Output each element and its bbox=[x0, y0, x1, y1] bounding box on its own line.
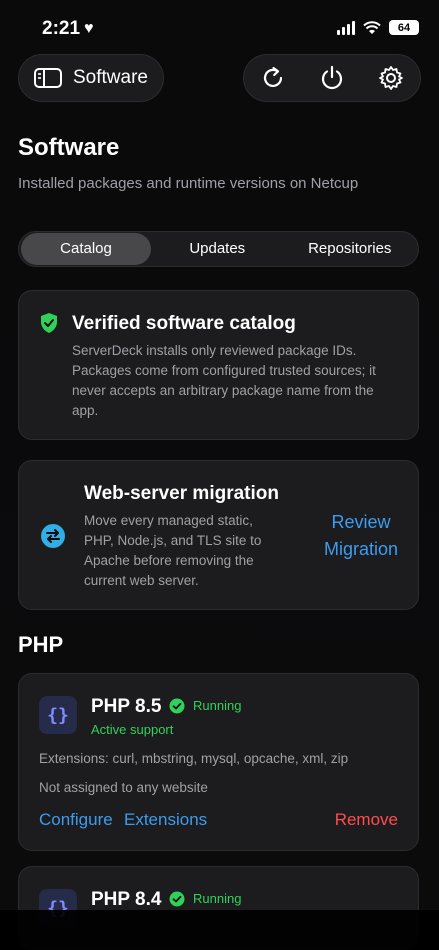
wifi-icon bbox=[363, 20, 381, 34]
remove-button[interactable]: Remove bbox=[335, 810, 398, 830]
check-circle-icon bbox=[169, 891, 185, 907]
status-badge: Running bbox=[193, 698, 242, 713]
migration-line: Move every managed static, bbox=[84, 513, 253, 528]
clock: 2:21 bbox=[42, 18, 81, 39]
migration-card-text: Move every managed static, PHP, Node.js,… bbox=[84, 511, 294, 591]
shield-check-icon bbox=[41, 313, 57, 333]
sidebar-icon bbox=[34, 68, 62, 88]
catalog-line: Packages come from configured trusted so… bbox=[72, 363, 376, 378]
catalog-card-title: Verified software catalog bbox=[72, 313, 296, 334]
system-icons: 64 bbox=[337, 20, 419, 35]
migration-card: Web-server migration Move every managed … bbox=[18, 460, 419, 610]
braces-icon: {} bbox=[39, 696, 77, 734]
support-label: Active support bbox=[91, 722, 174, 737]
page-title: Software bbox=[18, 134, 120, 161]
migration-line: PHP, Node.js, and TLS site to bbox=[84, 533, 262, 548]
review-migration-line: Migration bbox=[323, 539, 398, 559]
catalog-line: app. bbox=[72, 403, 99, 418]
migration-line: current web server. bbox=[84, 573, 199, 588]
cellular-signal-icon bbox=[337, 20, 355, 35]
screen: 2:21 ♥ 64 Software Software Installed pa… bbox=[0, 0, 439, 950]
review-migration-link[interactable]: Review Migration bbox=[324, 509, 398, 563]
catalog-info-card: Verified software catalog ServerDeck ins… bbox=[18, 290, 419, 440]
status-badge: Running bbox=[193, 891, 242, 906]
battery-indicator: 64 bbox=[389, 20, 419, 35]
heart-icon: ♥ bbox=[84, 20, 94, 37]
php-section-title: PHP bbox=[18, 632, 64, 657]
page-subtitle: Installed packages and runtime versions … bbox=[18, 175, 359, 192]
migration-line: Apache before removing the bbox=[84, 553, 254, 568]
php-version-name: PHP 8.4 bbox=[91, 889, 162, 910]
power-icon[interactable] bbox=[319, 65, 345, 91]
swap-arrows-icon bbox=[41, 524, 65, 548]
catalog-card-text: ServerDeck installs only reviewed packag… bbox=[72, 341, 412, 421]
migration-card-title: Web-server migration bbox=[84, 483, 279, 504]
extensions-button[interactable]: Extensions bbox=[124, 810, 207, 830]
check-circle-icon bbox=[169, 698, 185, 714]
php-item-card: {} PHP 8.5 Running Active support Extens… bbox=[18, 673, 419, 851]
configure-button[interactable]: Configure bbox=[39, 810, 113, 830]
software-menu-label: Software bbox=[73, 67, 148, 88]
status-bar: 2:21 ♥ 64 bbox=[42, 18, 419, 42]
tab-repositories[interactable]: Repositories bbox=[284, 233, 417, 265]
assignment-text: Not assigned to any website bbox=[39, 780, 208, 795]
software-menu-button[interactable]: Software bbox=[18, 54, 164, 102]
bottom-fade bbox=[0, 910, 439, 950]
tab-catalog[interactable]: Catalog bbox=[21, 233, 151, 265]
tab-updates[interactable]: Updates bbox=[151, 233, 284, 265]
segmented-control: Catalog Updates Repositories bbox=[18, 231, 419, 267]
catalog-line: never accepts an arbitrary package name … bbox=[72, 383, 374, 398]
gear-icon[interactable] bbox=[378, 65, 404, 91]
review-migration-line: Review bbox=[331, 512, 391, 532]
header-actions bbox=[243, 54, 421, 102]
catalog-line: ServerDeck installs only reviewed packag… bbox=[72, 343, 357, 358]
extensions-list: Extensions: curl, mbstring, mysql, opcac… bbox=[39, 751, 349, 766]
php-version-name: PHP 8.5 bbox=[91, 696, 162, 717]
refresh-icon[interactable] bbox=[260, 65, 286, 91]
